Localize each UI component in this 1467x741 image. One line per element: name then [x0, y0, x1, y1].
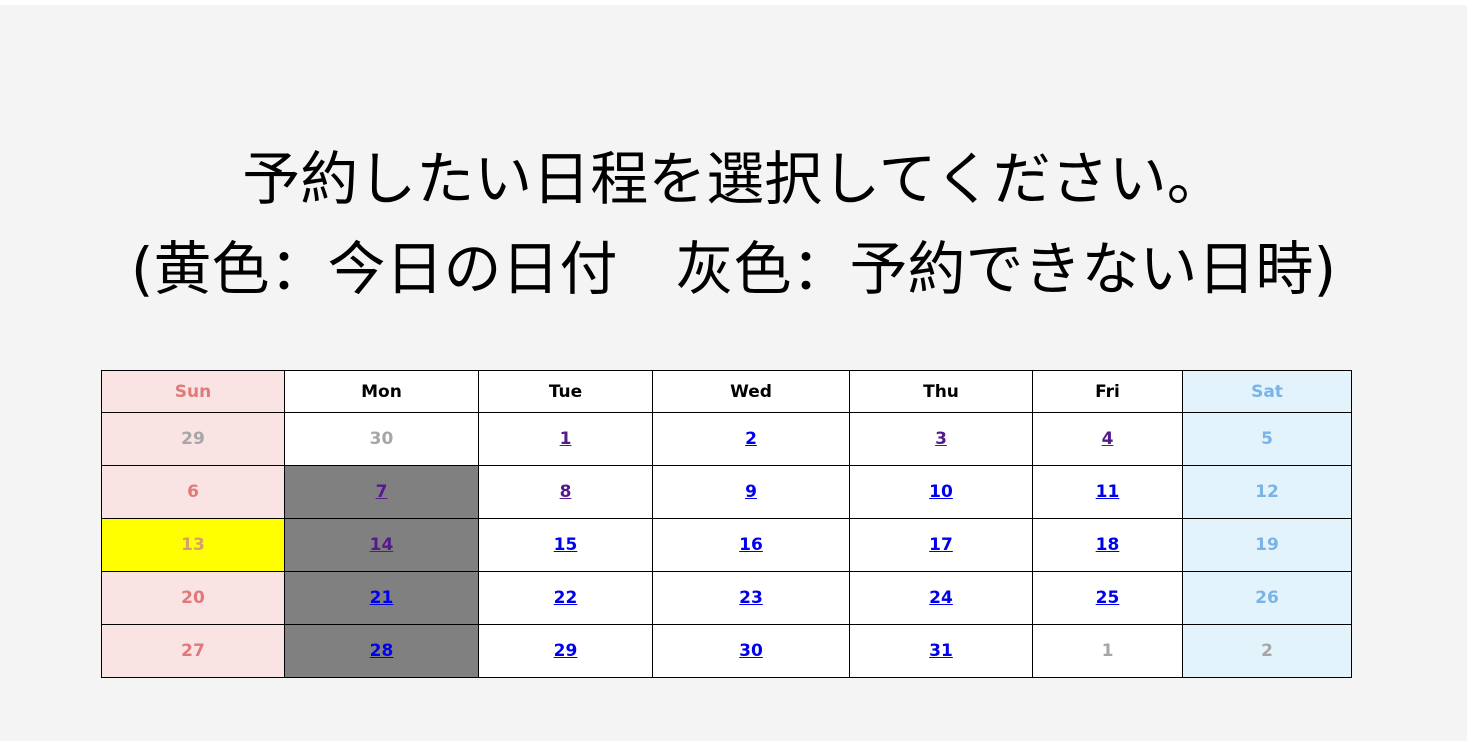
- weekday-header-thu: Thu: [849, 370, 1033, 413]
- day-cell: 24: [849, 571, 1033, 625]
- day-cell: 4: [1032, 412, 1183, 466]
- day-cell: 9: [652, 465, 850, 519]
- day-link[interactable]: 2: [745, 429, 757, 449]
- day-link[interactable]: 4: [1102, 429, 1114, 449]
- other-month-day-cell: 30: [284, 412, 479, 466]
- saturday-cell: 26: [1182, 571, 1352, 625]
- day-cell: 30: [652, 624, 850, 678]
- other-month-day-cell: 29: [101, 412, 285, 466]
- weekday-header-wed: Wed: [652, 370, 850, 413]
- day-cell: 8: [478, 465, 653, 519]
- day-link[interactable]: 10: [929, 482, 953, 502]
- page-title: 予約したい日程を選択してください。: [242, 145, 1225, 213]
- calendar-week-row: 27 28 29 30 31 1 2: [101, 624, 1352, 678]
- calendar-body: 29 30 1 2 3 4 5 6 7 8 9 10 11 12 13 14 15 16 17 18 19 20 21 22 2…: [101, 412, 1352, 678]
- saturday-cell: 19: [1182, 518, 1352, 572]
- day-cell: 31: [849, 624, 1033, 678]
- sunday-cell: 6: [101, 465, 285, 519]
- day-link[interactable]: 15: [554, 535, 578, 555]
- saturday-cell: 5: [1182, 412, 1352, 466]
- unavailable-day-cell: 21: [284, 571, 479, 625]
- calendar-table: Sun Mon Tue Wed Thu Fri Sat 29 30 1 2 3 4 5 6 7 8…: [101, 370, 1352, 678]
- weekday-header-sat: Sat: [1182, 370, 1352, 413]
- day-cell: 1: [478, 412, 653, 466]
- day-link[interactable]: 14: [370, 535, 394, 555]
- unavailable-day-cell: 7: [284, 465, 479, 519]
- day-link[interactable]: 3: [935, 429, 947, 449]
- weekday-header-row: Sun Mon Tue Wed Thu Fri Sat: [101, 370, 1352, 413]
- other-month-day-cell: 1: [1032, 624, 1183, 678]
- day-link[interactable]: 30: [739, 641, 763, 661]
- day-cell: 25: [1032, 571, 1183, 625]
- calendar-week-row: 29 30 1 2 3 4 5: [101, 412, 1352, 466]
- weekday-header-mon: Mon: [284, 370, 479, 413]
- calendar-week-row: 13 14 15 16 17 18 19: [101, 518, 1352, 572]
- day-link[interactable]: 11: [1096, 482, 1120, 502]
- sunday-cell: 27: [101, 624, 285, 678]
- day-cell: 22: [478, 571, 653, 625]
- day-link[interactable]: 18: [1096, 535, 1120, 555]
- day-link[interactable]: 28: [370, 641, 394, 661]
- day-link[interactable]: 25: [1096, 588, 1120, 608]
- unavailable-day-cell: 28: [284, 624, 479, 678]
- day-link[interactable]: 29: [554, 641, 578, 661]
- day-link[interactable]: 16: [739, 535, 763, 555]
- day-link[interactable]: 7: [376, 482, 388, 502]
- weekday-header-fri: Fri: [1032, 370, 1183, 413]
- other-month-day-cell: 2: [1182, 624, 1352, 678]
- day-cell: 17: [849, 518, 1033, 572]
- day-link[interactable]: 8: [560, 482, 572, 502]
- day-cell: 16: [652, 518, 850, 572]
- day-cell: 3: [849, 412, 1033, 466]
- day-cell: 10: [849, 465, 1033, 519]
- day-cell: 23: [652, 571, 850, 625]
- weekday-header-sun: Sun: [101, 370, 285, 413]
- day-link[interactable]: 1: [560, 429, 572, 449]
- day-cell: 18: [1032, 518, 1183, 572]
- day-link[interactable]: 22: [554, 588, 578, 608]
- day-link[interactable]: 23: [739, 588, 763, 608]
- day-cell: 29: [478, 624, 653, 678]
- day-cell: 11: [1032, 465, 1183, 519]
- day-link[interactable]: 9: [745, 482, 757, 502]
- day-link[interactable]: 17: [929, 535, 953, 555]
- day-cell: 15: [478, 518, 653, 572]
- day-cell: 2: [652, 412, 850, 466]
- calendar-week-row: 6 7 8 9 10 11 12: [101, 465, 1352, 519]
- today-cell: 13: [101, 518, 285, 572]
- legend-note: (黄色：今日の日付 灰色：予約できない日時): [130, 235, 1337, 303]
- sunday-cell: 20: [101, 571, 285, 625]
- calendar-week-row: 20 21 22 23 24 25 26: [101, 571, 1352, 625]
- weekday-header-tue: Tue: [478, 370, 653, 413]
- unavailable-day-cell: 14: [284, 518, 479, 572]
- day-link[interactable]: 21: [370, 588, 394, 608]
- day-link[interactable]: 24: [929, 588, 953, 608]
- day-link[interactable]: 31: [929, 641, 953, 661]
- saturday-cell: 12: [1182, 465, 1352, 519]
